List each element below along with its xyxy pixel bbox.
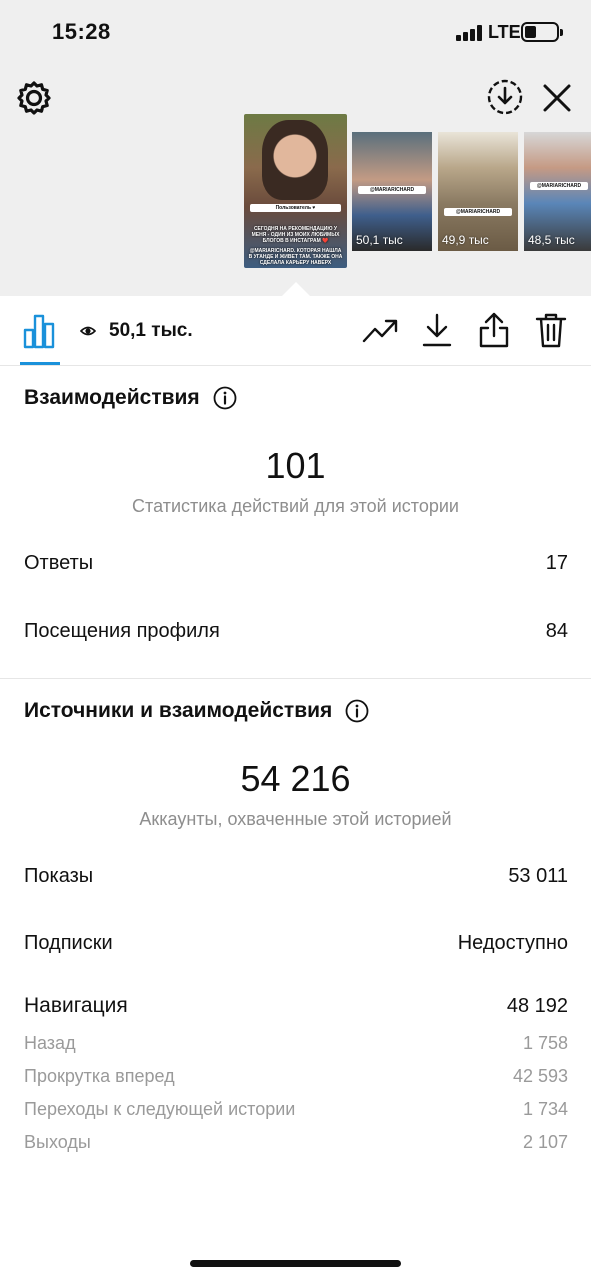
info-icon[interactable] bbox=[213, 386, 237, 410]
view-count: 50,1 тыс. bbox=[109, 320, 193, 341]
eye-icon bbox=[80, 326, 96, 336]
stat-label: Прокрутка вперед bbox=[24, 1066, 175, 1086]
active-tab-indicator bbox=[20, 362, 60, 365]
story-preview-area: 15:28 LTE Пользователь ♥ СЕГОДНЯ НА РЕКО… bbox=[0, 0, 591, 297]
stat-row-profile-visits: Посещения профиля 84 bbox=[24, 620, 568, 643]
stat-row-exits: Выходы 2 107 bbox=[24, 1132, 568, 1153]
story-thumbnail-4[interactable]: @MARIARICHARD 48,5 тыс bbox=[524, 132, 591, 251]
gear-icon bbox=[17, 81, 51, 115]
story-thumbnail-3[interactable]: @MARIARICHARD 49,9 тыс bbox=[438, 132, 518, 251]
interactions-title: Взаимодействия bbox=[24, 386, 200, 409]
trend-icon bbox=[362, 319, 398, 343]
status-bar: 15:28 LTE bbox=[0, 0, 591, 64]
insights-toolbar: 50,1 тыс. bbox=[0, 296, 591, 366]
stat-row-next-story: Переходы к следующей истории 1 734 bbox=[24, 1099, 568, 1120]
stat-row-replies: Ответы 17 bbox=[24, 552, 568, 575]
story-caption: СЕГОДНЯ НА РЕКОМЕНДАЦИЮ У МЕНЯ - ОДИН ИЗ… bbox=[251, 226, 340, 244]
download-circle-icon bbox=[487, 79, 523, 115]
stat-value: 2 107 bbox=[522, 1132, 568, 1152]
section-divider bbox=[0, 678, 591, 679]
interactions-total: 101 bbox=[265, 445, 326, 486]
stat-value: 1 758 bbox=[522, 1033, 568, 1053]
bar-chart-icon bbox=[23, 314, 55, 349]
story-handle-label: Пользователь ♥ bbox=[250, 204, 341, 212]
story-lower-text: @MARIARICHARD. КОТОРАЯ НАШЛА В УГАНДЕ И … bbox=[248, 248, 343, 266]
save-story-button[interactable] bbox=[484, 76, 526, 118]
reach-caption: Аккаунты, охваченные этой историей bbox=[139, 809, 452, 829]
stat-row-back: Назад 1 758 bbox=[24, 1033, 568, 1054]
status-time: 15:28 bbox=[52, 19, 111, 44]
stat-label: Подписки bbox=[24, 932, 113, 954]
stat-label: Показы bbox=[24, 865, 94, 887]
interactions-caption: Статистика действий для этой истории bbox=[132, 496, 459, 516]
stat-value: Недоступно bbox=[457, 932, 568, 954]
info-icon[interactable] bbox=[345, 699, 369, 723]
promote-button[interactable] bbox=[360, 312, 400, 350]
close-button[interactable] bbox=[537, 78, 577, 118]
network-type: LTE bbox=[488, 22, 521, 42]
story-handle-label: @MARIARICHARD bbox=[358, 186, 426, 194]
share-button[interactable] bbox=[474, 310, 514, 350]
interactions-section-title: Взаимодействия bbox=[24, 386, 237, 410]
signal-icon bbox=[456, 25, 482, 41]
stat-row-follows: Подписки Недоступно bbox=[24, 932, 568, 955]
stat-label: Выходы bbox=[24, 1132, 91, 1152]
stat-label: Ответы bbox=[24, 552, 94, 574]
share-icon bbox=[479, 312, 509, 348]
stat-label: Переходы к следующей истории bbox=[24, 1099, 296, 1119]
stat-label: Навигация bbox=[24, 994, 128, 1017]
stat-row-forward: Прокрутка вперед 42 593 bbox=[24, 1066, 568, 1087]
story-views: 48,5 тыс bbox=[528, 233, 575, 247]
close-icon bbox=[543, 84, 571, 112]
delete-button[interactable] bbox=[531, 310, 571, 350]
download-button[interactable] bbox=[418, 310, 456, 350]
story-thumbnail-current[interactable]: Пользователь ♥ СЕГОДНЯ НА РЕКОМЕНДАЦИЮ У… bbox=[244, 114, 347, 268]
home-indicator[interactable] bbox=[190, 1260, 401, 1267]
stat-value: 1 734 bbox=[522, 1099, 568, 1119]
stat-value: 48 192 bbox=[506, 994, 568, 1017]
story-views: 49,9 тыс bbox=[442, 233, 489, 247]
discovery-title: Источники и взаимодействия bbox=[24, 699, 333, 722]
stat-row-navigation: Навигация 48 192 bbox=[24, 994, 568, 1018]
avatar bbox=[262, 120, 328, 200]
story-handle-label: @MARIARICHARD bbox=[444, 208, 512, 216]
story-handle-label: @MARIARICHARD bbox=[530, 182, 588, 190]
settings-button[interactable] bbox=[14, 78, 54, 118]
discovery-section-title: Источники и взаимодействия bbox=[24, 699, 369, 723]
battery-icon bbox=[521, 22, 563, 42]
reach-total: 54 216 bbox=[240, 758, 351, 799]
story-thumbnail-2[interactable]: @MARIARICHARD 50,1 тыс bbox=[352, 132, 432, 251]
selected-story-pointer bbox=[281, 282, 311, 297]
stat-row-impressions: Показы 53 011 bbox=[24, 865, 568, 888]
insights-tab[interactable] bbox=[20, 312, 60, 350]
stat-label: Посещения профиля bbox=[24, 620, 220, 642]
stat-value: 17 bbox=[545, 552, 568, 574]
stat-value: 84 bbox=[545, 620, 568, 642]
trash-icon bbox=[535, 313, 567, 348]
stat-value: 42 593 bbox=[512, 1066, 568, 1086]
stat-value: 53 011 bbox=[508, 865, 568, 887]
story-views: 50,1 тыс bbox=[356, 233, 403, 247]
stat-label: Назад bbox=[24, 1033, 76, 1053]
download-icon bbox=[422, 313, 452, 347]
